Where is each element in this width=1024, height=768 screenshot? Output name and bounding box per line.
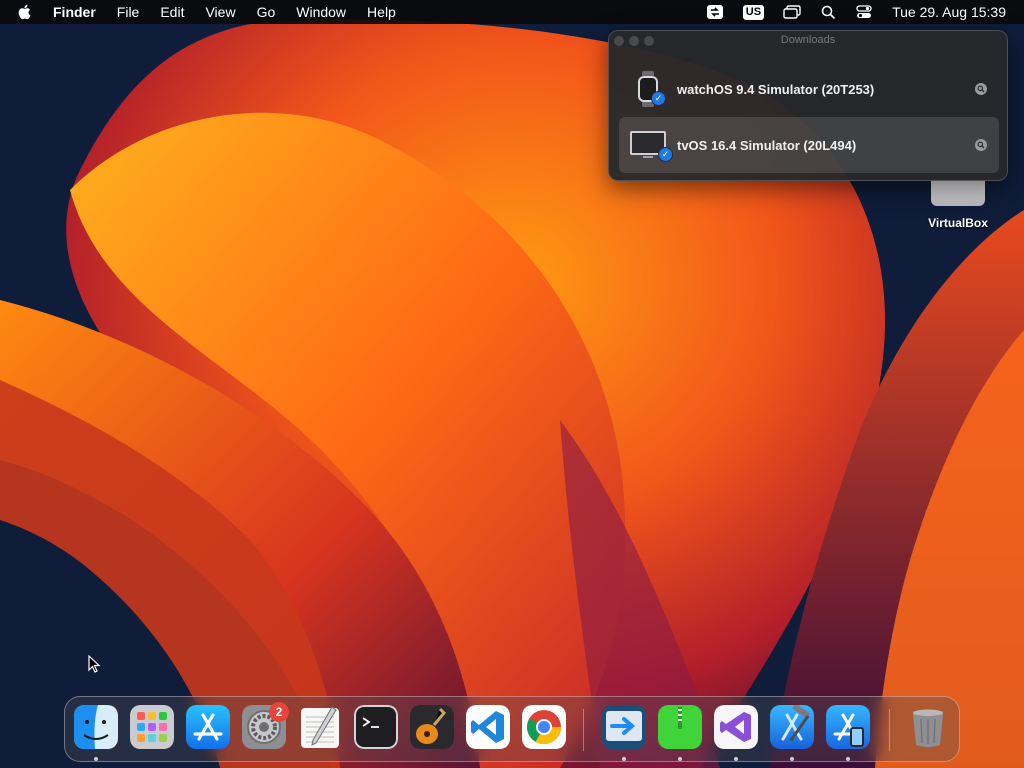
launchpad-icon xyxy=(130,705,174,749)
installed-check-icon: ✓ xyxy=(651,91,666,106)
trash-icon xyxy=(913,709,943,747)
menu-go[interactable]: Go xyxy=(257,4,276,20)
hammer-icon xyxy=(770,705,814,749)
menu-bar: Finder File Edit View Go Window Help US … xyxy=(0,0,1024,24)
dock-app-textedit[interactable] xyxy=(298,705,342,749)
dock-app-app-store[interactable] xyxy=(186,705,230,749)
dock-app-visual-studio-code[interactable] xyxy=(466,705,510,749)
running-indicator xyxy=(790,757,794,761)
dock-app-google-chrome[interactable] xyxy=(522,705,566,749)
finder-icon xyxy=(74,705,118,749)
window-titlebar[interactable]: Downloads xyxy=(609,31,1007,51)
window-title: Downloads xyxy=(780,34,836,46)
dock-app-trash[interactable] xyxy=(906,705,950,749)
dock-app-launchpad[interactable] xyxy=(130,705,174,749)
visual-studio-icon xyxy=(714,705,758,749)
dock-separator xyxy=(889,709,890,751)
desktop-icon-virtualbox[interactable]: VirtualBox xyxy=(922,180,994,230)
dock-app-finder[interactable] xyxy=(74,705,118,749)
download-item-name: tvOS 16.4 Simulator (20L494) xyxy=(677,137,857,153)
menu-window[interactable]: Window xyxy=(296,4,346,20)
app-store-icon xyxy=(186,705,230,749)
migration-assistant-icon xyxy=(602,705,646,749)
guitar-icon xyxy=(410,705,454,749)
archive-icon xyxy=(658,705,702,749)
window-switcher-icon[interactable] xyxy=(782,2,802,22)
running-indicator xyxy=(734,757,738,761)
installed-check-icon: ✓ xyxy=(658,147,673,162)
dock-app-terminal[interactable] xyxy=(354,705,398,749)
menu-file[interactable]: File xyxy=(117,4,140,20)
downloads-window: Downloads ✓ watchOS 9.4 Simulator (20T25… xyxy=(608,30,1008,181)
reveal-in-finder-icon[interactable] xyxy=(975,139,987,151)
external-disk-icon xyxy=(931,180,985,206)
notification-badge: 2 xyxy=(269,702,289,722)
spotlight-search-icon[interactable] xyxy=(818,2,838,22)
running-indicator xyxy=(622,757,626,761)
input-source-badge[interactable]: US xyxy=(742,4,765,20)
dock-app-garageband[interactable] xyxy=(410,705,454,749)
simulator-icon xyxy=(826,705,870,749)
chrome-icon xyxy=(522,705,566,749)
running-indicator xyxy=(846,757,850,761)
download-item-name: watchOS 9.4 Simulator (20T253) xyxy=(677,81,875,97)
dock-separator xyxy=(583,709,584,751)
control-center-icon[interactable] xyxy=(854,2,874,22)
menu-help[interactable]: Help xyxy=(367,4,396,20)
download-item-watchos[interactable]: ✓ watchOS 9.4 Simulator (20T253) xyxy=(619,61,999,117)
running-indicator xyxy=(94,757,98,761)
menu-bar-clock[interactable]: Tue 29. Aug 15:39 xyxy=(892,4,1006,20)
menu-edit[interactable]: Edit xyxy=(160,4,184,20)
vscode-icon xyxy=(466,705,510,749)
dock-app-migration-assistant[interactable] xyxy=(602,705,646,749)
apple-menu-icon[interactable] xyxy=(17,4,37,20)
download-item-tvos[interactable]: ✓ tvOS 16.4 Simulator (20L494) xyxy=(619,117,999,173)
dock-app-archive-utility[interactable] xyxy=(658,705,702,749)
dock xyxy=(64,696,960,762)
terminal-icon xyxy=(354,705,398,749)
mouse-pointer-icon xyxy=(88,655,101,673)
dock-app-xcode[interactable] xyxy=(770,705,814,749)
dock-app-visual-studio[interactable] xyxy=(714,705,758,749)
menu-view[interactable]: View xyxy=(205,4,235,20)
screen-sharing-icon[interactable] xyxy=(705,2,725,22)
display-icon: ✓ xyxy=(627,125,673,165)
reveal-in-finder-icon[interactable] xyxy=(975,83,987,95)
menu-app-name[interactable]: Finder xyxy=(53,4,96,20)
running-indicator xyxy=(678,757,682,761)
watch-icon: ✓ xyxy=(627,69,671,109)
textedit-icon xyxy=(301,706,339,748)
desktop-icon-label: VirtualBox xyxy=(928,216,988,230)
dock-app-simulator[interactable] xyxy=(826,705,870,749)
